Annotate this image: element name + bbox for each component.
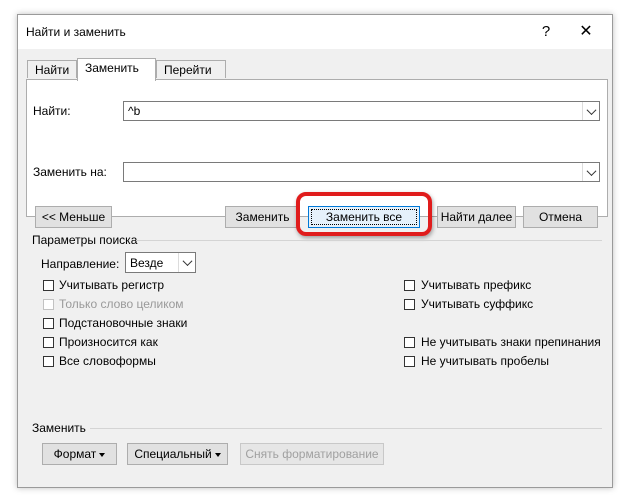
match-prefix-label: Учитывать префикс	[421, 278, 532, 292]
sounds-like-label: Произносится как	[59, 335, 158, 349]
format-button[interactable]: Формат	[42, 443, 117, 465]
wildcards-label: Подстановочные знаки	[59, 316, 188, 330]
special-button-label: Специальный	[134, 447, 212, 461]
direction-dropdown-button[interactable]	[178, 253, 195, 272]
ignore-punctuation-checkbox[interactable]	[404, 337, 415, 348]
find-next-button[interactable]: Найти далее	[437, 206, 516, 228]
match-prefix-checkbox[interactable]	[404, 280, 415, 291]
search-options-divider	[136, 240, 602, 241]
window-title: Найти и заменить	[26, 25, 126, 39]
title-bar[interactable]: Найти и заменить ? ✕	[18, 15, 612, 49]
match-suffix-checkbox[interactable]	[404, 299, 415, 310]
ignore-spaces-label: Не учитывать пробелы	[421, 354, 549, 368]
whole-word-checkbox[interactable]	[43, 299, 54, 310]
ignore-spaces-checkbox[interactable]	[404, 356, 415, 367]
close-icon[interactable]: ✕	[572, 19, 600, 45]
whole-word-label: Только слово целиком	[59, 297, 184, 311]
highlight-frame	[296, 192, 432, 236]
tab-goto[interactable]: Перейти	[156, 60, 226, 78]
find-dropdown-button[interactable]	[582, 102, 599, 120]
sounds-like-checkbox[interactable]	[43, 337, 54, 348]
match-suffix-label: Учитывать суффикс	[421, 297, 534, 311]
ignore-punctuation-label: Не учитывать знаки препинания	[421, 335, 601, 349]
help-button[interactable]: ?	[532, 19, 560, 45]
replace-section-divider	[90, 428, 602, 429]
no-formatting-button[interactable]: Снять форматирование	[240, 443, 384, 465]
all-word-forms-label: Все словоформы	[59, 354, 156, 368]
less-button[interactable]: << Меньше	[35, 206, 112, 228]
replace-button[interactable]: Заменить	[225, 206, 300, 228]
tab-find[interactable]: Найти	[27, 60, 77, 78]
find-replace-dialog: Найти и заменить ? ✕ Найти Заменить Пере…	[17, 14, 613, 488]
find-input-value: ^b	[128, 104, 141, 118]
replace-with-label: Заменить на:	[33, 165, 107, 179]
direction-select[interactable]: Везде	[125, 252, 196, 273]
match-case-label: Учитывать регистр	[59, 278, 165, 292]
replace-with-input[interactable]	[123, 162, 600, 182]
chevron-down-icon	[586, 165, 596, 176]
all-word-forms-checkbox[interactable]	[43, 356, 54, 367]
match-case-checkbox[interactable]	[43, 280, 54, 291]
dropdown-arrow-icon	[99, 452, 106, 457]
dropdown-arrow-icon	[214, 452, 221, 457]
direction-value: Везде	[130, 256, 164, 270]
tab-replace[interactable]: Заменить	[77, 58, 156, 81]
chevron-down-icon	[586, 104, 596, 115]
search-options-title: Параметры поиска	[32, 233, 138, 247]
special-button[interactable]: Специальный	[127, 443, 228, 465]
find-input[interactable]: ^b	[123, 101, 600, 121]
chevron-down-icon	[182, 256, 192, 267]
wildcards-checkbox[interactable]	[43, 318, 54, 329]
direction-label: Направление:	[41, 257, 120, 271]
cancel-button[interactable]: Отмена	[523, 206, 598, 228]
format-button-label: Формат	[53, 447, 97, 461]
replace-section-title: Заменить	[32, 421, 86, 435]
replace-dropdown-button[interactable]	[582, 163, 599, 181]
find-label: Найти:	[33, 104, 71, 118]
